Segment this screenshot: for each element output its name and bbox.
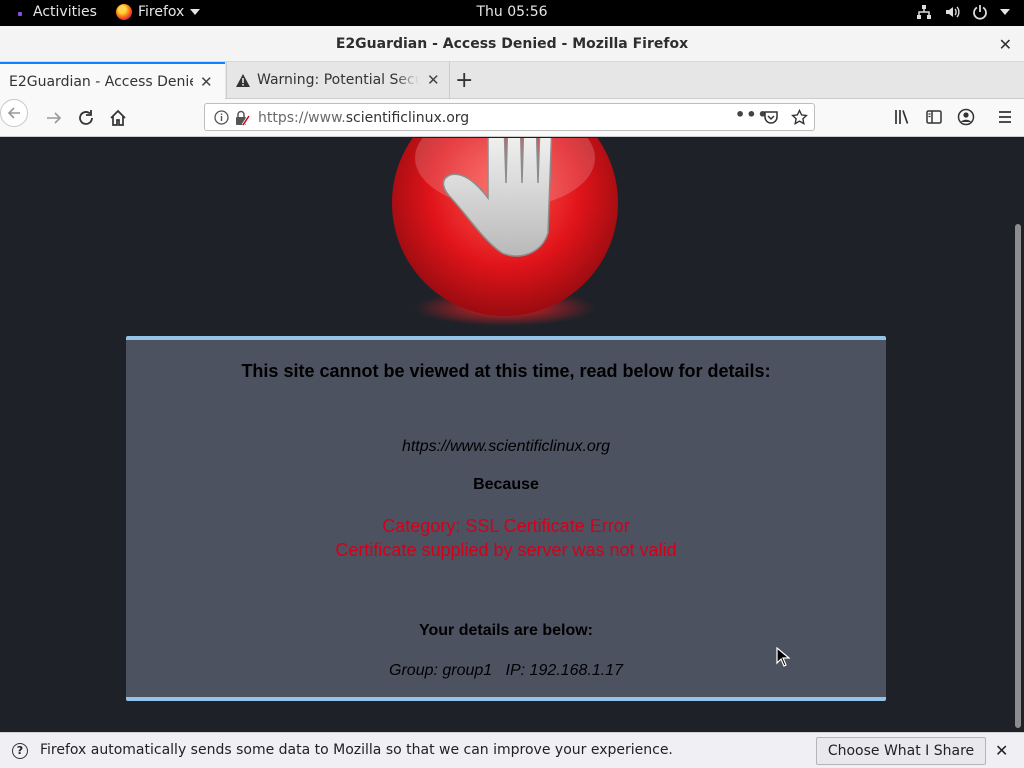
warning-icon (236, 74, 250, 87)
block-category: Category: SSL Certificate Error (382, 516, 630, 536)
tab-strip: E2Guardian - Access Denied ✕ Warning: Po… (0, 62, 1024, 99)
back-button[interactable] (0, 99, 28, 127)
arrow-left-icon (7, 107, 20, 119)
sidebar-icon[interactable] (925, 108, 943, 126)
account-icon[interactable] (957, 108, 975, 126)
app-menu-label: Firefox (138, 4, 185, 20)
home-button[interactable] (108, 108, 128, 128)
window-titlebar: E2Guardian - Access Denied - Mozilla Fir… (0, 26, 1024, 62)
access-denied-panel: This site cannot be viewed at this time,… (126, 336, 886, 701)
network-icon (917, 5, 931, 19)
volume-icon (946, 6, 960, 18)
blocked-url: https://www.scientificlinux.org (401, 438, 611, 455)
power-icon (973, 5, 987, 20)
app-menu[interactable]: Firefox (116, 4, 201, 20)
hamburger-menu-icon[interactable] (996, 108, 1014, 126)
pocket-icon[interactable] (763, 109, 779, 125)
mouse-cursor-icon (776, 647, 790, 667)
denied-heading: This site cannot be viewed at this time,… (241, 361, 771, 381)
reload-button[interactable] (76, 108, 96, 128)
close-window-icon[interactable]: ✕ (999, 35, 1012, 54)
page-scrollbar[interactable] (1012, 138, 1024, 732)
details-heading: Your details are below: (419, 622, 593, 639)
help-icon: ? (12, 743, 28, 759)
insecure-lock-icon[interactable] (234, 110, 250, 126)
tab-label-fade (395, 68, 419, 94)
choose-what-i-share-button[interactable]: Choose What I Share (816, 737, 986, 765)
scrollbar-thumb[interactable] (1015, 224, 1021, 728)
activities-indicator-icon (18, 12, 22, 16)
stop-hand-icon (392, 138, 618, 326)
block-reason: Certificate supplied by server was not v… (335, 540, 677, 560)
window-title: E2Guardian - Access Denied - Mozilla Fir… (335, 36, 689, 52)
navigation-toolbar: https://www.scientificlinux.org ••• (0, 99, 1024, 137)
chevron-down-icon (190, 9, 201, 15)
chevron-down-icon (1000, 9, 1010, 15)
forward-button[interactable] (44, 108, 64, 128)
tab-access-denied[interactable]: E2Guardian - Access Denied ✕ (0, 62, 225, 99)
notification-message: Firefox automatically sends some data to… (40, 742, 673, 758)
address-bar[interactable]: https://www.scientificlinux.org ••• (204, 103, 815, 131)
new-tab-button[interactable]: + (455, 68, 473, 93)
info-icon[interactable] (214, 110, 229, 125)
firefox-logo-icon (116, 4, 132, 20)
because-label: Because (473, 476, 539, 493)
data-reporting-notification: ? Firefox automatically sends some data … (0, 732, 1024, 768)
bookmark-star-icon[interactable] (791, 109, 808, 126)
tab-label: E2Guardian - Access Denied (9, 74, 193, 90)
url-prefix: https://www. (258, 110, 346, 126)
activities-button[interactable]: Activities (33, 4, 97, 20)
gnome-top-bar: Activities Firefox Thu 05:56 (0, 0, 1024, 26)
user-details: Group: group1 IP: 192.168.1.17 (389, 662, 623, 679)
close-notification-icon[interactable]: ✕ (995, 741, 1008, 760)
system-menu[interactable] (916, 4, 1010, 20)
library-icon[interactable] (893, 108, 911, 126)
page-content: This site cannot be viewed at this time,… (0, 138, 1012, 732)
close-tab-icon[interactable]: ✕ (427, 71, 440, 89)
url-text[interactable]: https://www.scientificlinux.org (258, 110, 469, 126)
tab-security-warning[interactable]: Warning: Potential Security Risk Ahead ✕ (226, 62, 450, 99)
url-domain: scientificlinux.org (345, 110, 470, 126)
close-tab-icon[interactable]: ✕ (200, 73, 213, 91)
